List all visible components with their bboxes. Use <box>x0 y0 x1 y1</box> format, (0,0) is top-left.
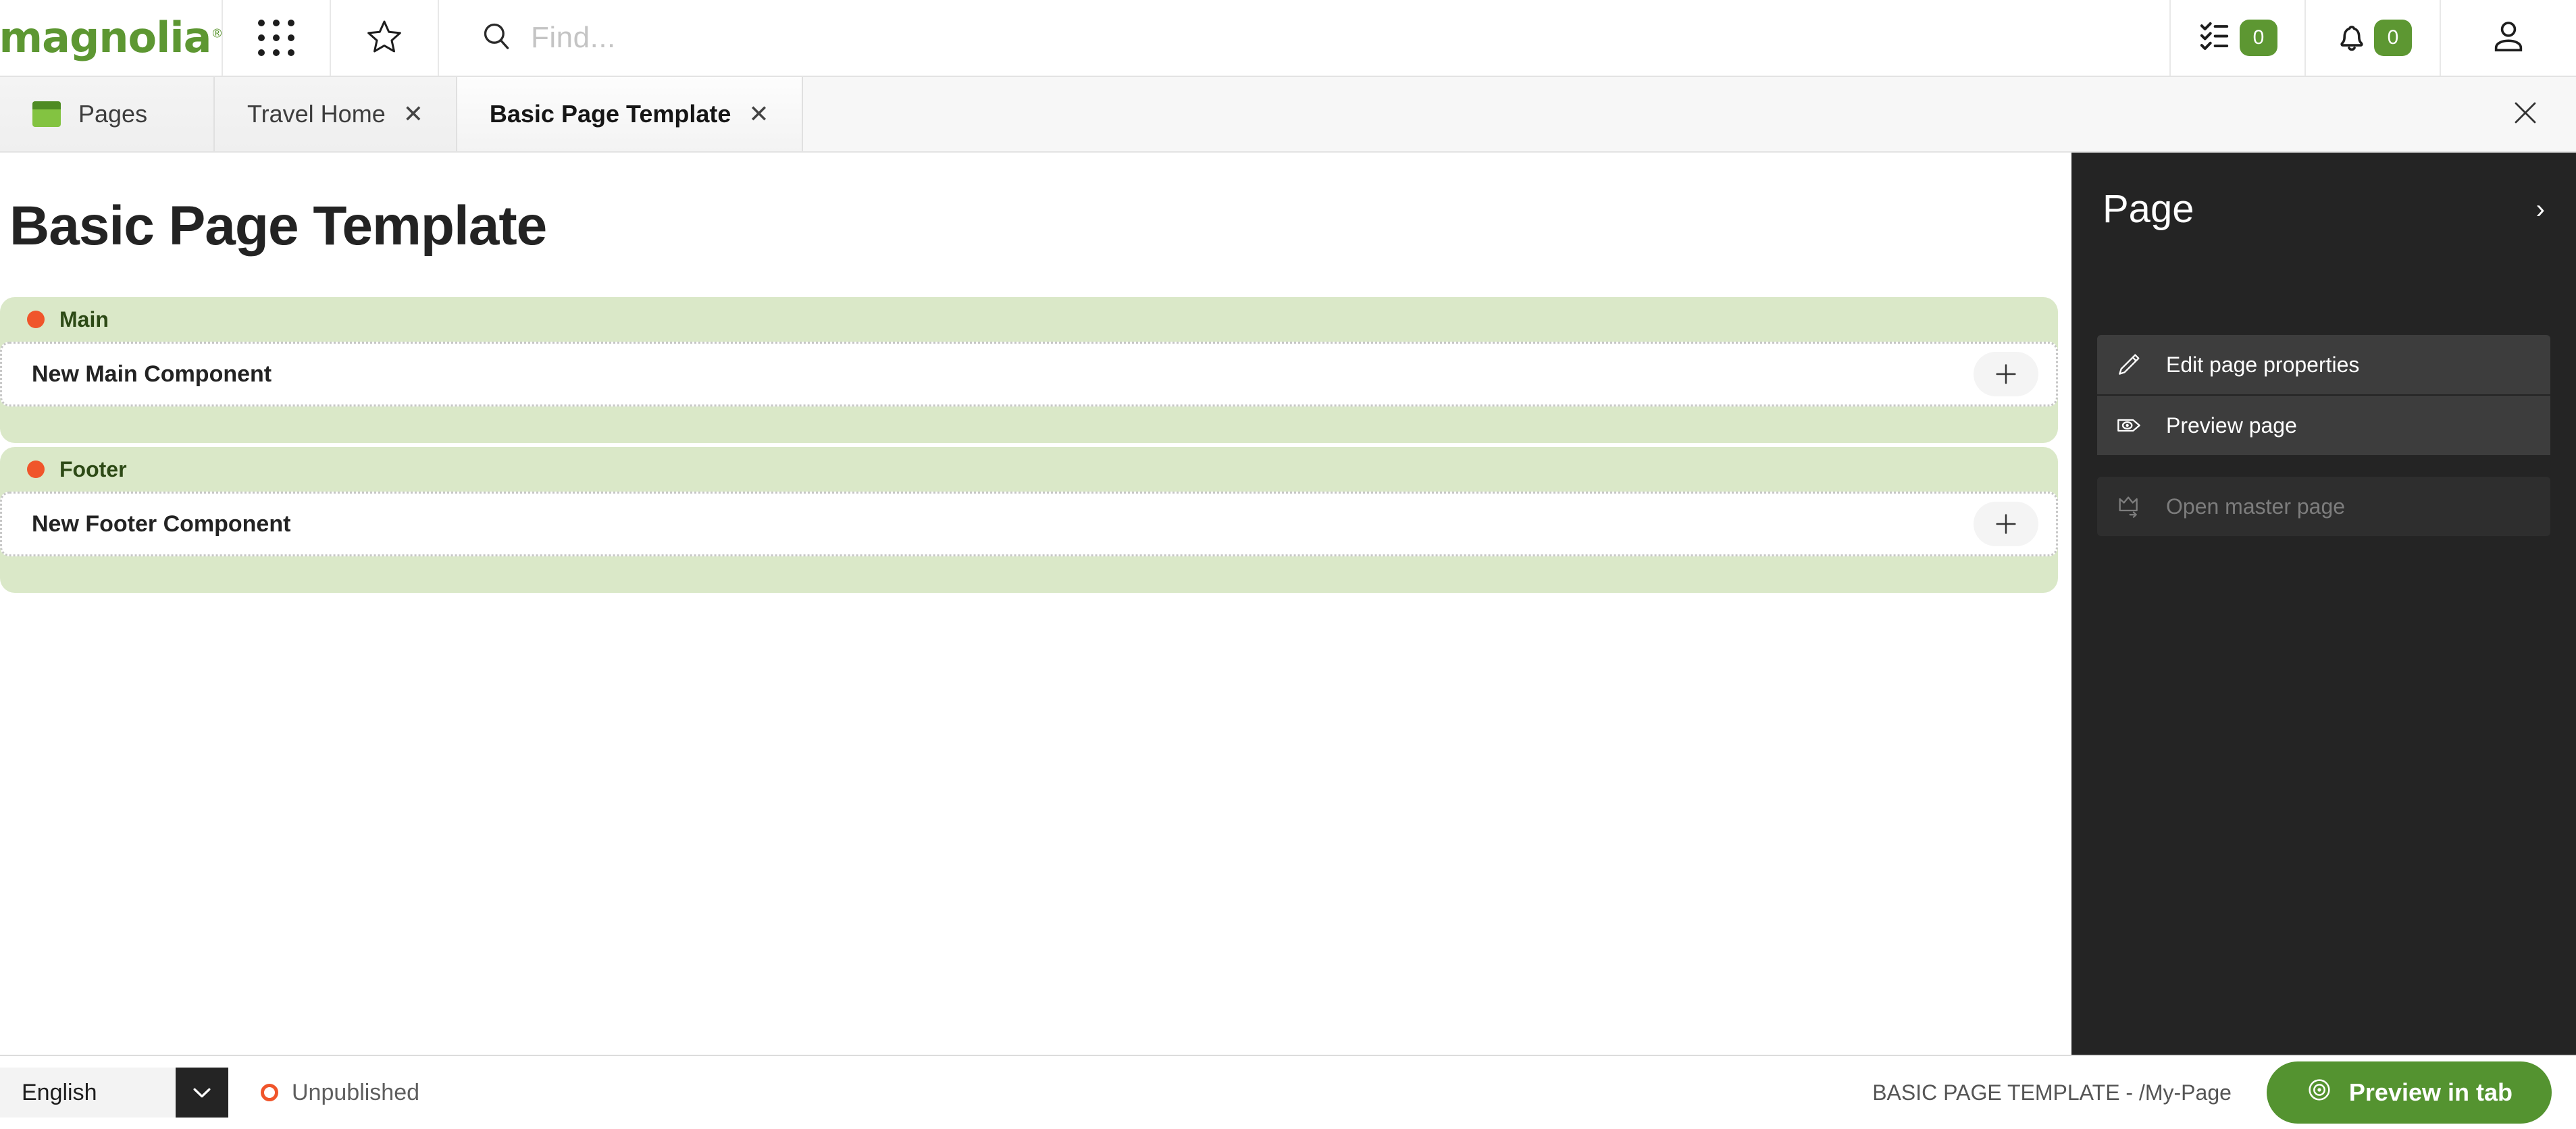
plus-icon <box>1996 514 2016 534</box>
panel-action-list: Edit page properties Preview page Open m… <box>2071 335 2576 537</box>
tasks-button[interactable]: 0 <box>2171 0 2306 76</box>
action-edit-page-properties[interactable]: Edit page properties <box>2097 335 2550 394</box>
favorites-button[interactable] <box>331 0 439 76</box>
close-icon[interactable]: ✕ <box>403 102 423 126</box>
top-header-bar: magnolia® Find... 0 0 <box>0 0 2576 77</box>
tab-bar: Pages Travel Home ✕ Basic Page Template … <box>0 77 2576 153</box>
tab-label: Basic Page Template <box>489 100 731 128</box>
tab-travel-home[interactable]: Travel Home ✕ <box>215 77 457 151</box>
magnolia-logo[interactable]: magnolia® <box>0 0 223 76</box>
tab-basic-page-template[interactable]: Basic Page Template ✕ <box>457 77 803 151</box>
area-label: Footer <box>59 456 127 481</box>
preview-button-label: Preview in tab <box>2348 1078 2513 1106</box>
status-badge <box>261 1084 278 1101</box>
search-icon <box>480 20 513 57</box>
tab-bar-spacer <box>803 77 2475 151</box>
publication-status: Unpublished <box>261 1080 419 1106</box>
notifications-button[interactable]: 0 <box>2306 0 2441 76</box>
action-preview-page[interactable]: Preview page <box>2097 396 2550 455</box>
grid-apps-icon <box>258 20 294 56</box>
page-actions-panel: Page › Edit page properties Preview page… <box>2071 153 2576 1055</box>
editor-body: Basic Page Template Main New Main Compon… <box>0 153 2576 1055</box>
area-header-footer[interactable]: Footer <box>0 447 2058 492</box>
search-input[interactable]: Find... <box>439 0 2171 76</box>
component-label: New Footer Component <box>32 510 291 537</box>
area-header-main[interactable]: Main <box>0 297 2058 342</box>
language-selector[interactable]: English <box>0 1068 228 1118</box>
master-page-icon <box>2115 492 2143 521</box>
area-bottom-strip <box>0 560 2058 589</box>
eye-circle-icon <box>2306 1076 2333 1109</box>
area-label: Main <box>59 307 109 332</box>
area-status-dot <box>27 461 45 478</box>
area-footer[interactable]: Footer New Footer Component <box>0 447 2058 593</box>
page-title: Basic Page Template <box>9 195 547 257</box>
user-avatar-icon <box>2489 17 2528 59</box>
pencil-edit-icon <box>2115 350 2143 379</box>
status-label: Unpublished <box>292 1079 420 1105</box>
action-label: Open master page <box>2166 494 2346 519</box>
tasks-checklist-icon <box>2198 18 2236 59</box>
star-icon <box>365 18 403 59</box>
close-all-tabs-button[interactable] <box>2475 77 2576 151</box>
action-open-master-page: Open master page <box>2097 477 2550 536</box>
apps-launcher-button[interactable] <box>223 0 331 76</box>
search-placeholder: Find... <box>531 21 616 54</box>
eye-preview-icon <box>2115 411 2143 440</box>
area-main[interactable]: Main New Main Component <box>0 297 2058 443</box>
bottom-status-bar: English Unpublished BASIC PAGE TEMPLATE … <box>0 1055 2576 1129</box>
area-status-dot <box>27 311 45 328</box>
action-label: Edit page properties <box>2166 352 2360 377</box>
pages-app-icon <box>32 101 61 127</box>
notifications-count-badge: 0 <box>2374 20 2412 56</box>
add-component-button[interactable] <box>1974 502 2038 546</box>
tasks-count-badge: 0 <box>2240 20 2277 56</box>
preview-in-tab-button[interactable]: Preview in tab <box>2266 1061 2552 1124</box>
chevron-right-icon[interactable]: › <box>2536 196 2545 223</box>
component-new-footer[interactable]: New Footer Component <box>0 492 2058 556</box>
user-menu-button[interactable] <box>2441 0 2576 76</box>
component-label: New Main Component <box>32 361 272 387</box>
language-value: English <box>0 1068 176 1118</box>
close-icon <box>2511 99 2540 130</box>
logo-text: magnolia <box>0 13 211 62</box>
plus-icon <box>1996 364 2016 384</box>
panel-title: Page <box>2103 187 2194 231</box>
chevron-down-icon[interactable] <box>176 1068 228 1118</box>
logo-wordmark: magnolia® <box>0 17 223 59</box>
page-canvas: Basic Page Template Main New Main Compon… <box>0 153 2071 1055</box>
tab-pages[interactable]: Pages <box>0 77 215 151</box>
action-label: Preview page <box>2166 413 2297 438</box>
tab-label: Pages <box>78 100 148 128</box>
bell-icon <box>2334 18 2370 58</box>
logo-registered-mark: ® <box>211 26 223 41</box>
template-path-label: BASIC PAGE TEMPLATE - /My-Page <box>1872 1080 2232 1105</box>
add-component-button[interactable] <box>1974 352 2038 396</box>
area-bottom-strip <box>0 411 2058 439</box>
close-icon[interactable]: ✕ <box>748 102 769 126</box>
component-new-main[interactable]: New Main Component <box>0 342 2058 406</box>
tab-label: Travel Home <box>247 100 386 128</box>
panel-header[interactable]: Page › <box>2071 177 2576 242</box>
magnolia-page-editor: magnolia® Find... 0 0 Pages Travel Home … <box>0 0 2576 1129</box>
